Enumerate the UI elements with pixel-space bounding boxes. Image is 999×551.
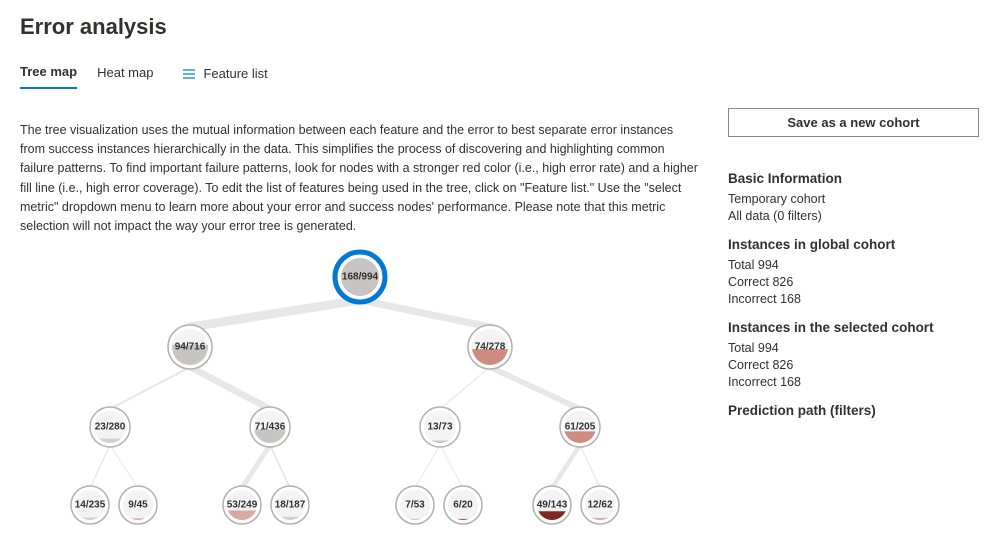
- tree-node-n_rrr[interactable]: 12/62: [581, 486, 619, 524]
- tree-node-label: 74/278: [475, 341, 506, 352]
- tree-node-label: 13/73: [427, 421, 452, 432]
- cohort-filters: All data (0 filters): [728, 209, 979, 223]
- tree-description: The tree visualization uses the mutual i…: [20, 121, 700, 237]
- tree-node-label: 61/205: [565, 421, 596, 432]
- tree-edge: [440, 445, 463, 488]
- tree-node-n_lrl[interactable]: 53/249: [223, 486, 261, 524]
- tree-node-root[interactable]: 168/994: [335, 252, 385, 302]
- tree-node-n_rlr[interactable]: 6/20: [444, 486, 482, 524]
- tree-node-n_llr[interactable]: 9/45: [119, 486, 157, 524]
- tree-node-n_lll[interactable]: 14/235: [71, 486, 109, 524]
- list-icon: [183, 68, 197, 80]
- save-cohort-button[interactable]: Save as a new cohort: [728, 108, 979, 137]
- tree-node-n_lr[interactable]: 71/436: [250, 407, 290, 447]
- tree-node-label: 53/249: [227, 499, 258, 510]
- feature-list-label: Feature list: [203, 66, 267, 81]
- tree-node-label: 49/143: [537, 499, 568, 510]
- tree-node-n_rl[interactable]: 13/73: [420, 407, 460, 447]
- global-incorrect: Incorrect 168: [728, 292, 979, 306]
- selected-total: Total 994: [728, 341, 979, 355]
- tree-node-n_l[interactable]: 94/716: [168, 325, 212, 369]
- tree-edge: [242, 445, 270, 488]
- selected-incorrect: Incorrect 168: [728, 375, 979, 389]
- tree-node-label: 168/994: [342, 271, 379, 282]
- tree-edge: [552, 445, 580, 488]
- tree-node-label: 14/235: [75, 499, 106, 510]
- tree-node-label: 6/20: [453, 499, 473, 510]
- tree-node-label: 71/436: [255, 421, 286, 432]
- tab-heat-map[interactable]: Heat map: [97, 59, 153, 88]
- tree-edge: [270, 445, 290, 488]
- tree-edge: [580, 445, 600, 488]
- tree-node-label: 9/45: [128, 499, 148, 510]
- selected-cohort-heading: Instances in the selected cohort: [728, 320, 979, 335]
- tree-node-n_ll[interactable]: 23/280: [90, 407, 130, 447]
- view-tabs: Tree map Heat map Feature list: [20, 58, 979, 90]
- selected-correct: Correct 826: [728, 358, 979, 372]
- tree-node-n_rr[interactable]: 61/205: [560, 407, 600, 447]
- feature-list-button[interactable]: Feature list: [183, 66, 267, 81]
- global-total: Total 994: [728, 258, 979, 272]
- cohort-name: Temporary cohort: [728, 192, 979, 206]
- prediction-path-heading: Prediction path (filters): [728, 403, 979, 418]
- tree-edge: [190, 367, 270, 409]
- error-tree[interactable]: 168/994 94/716 74/278 23/280 71/436 13/73 61/2…: [20, 247, 700, 537]
- tree-node-label: 12/62: [587, 499, 612, 510]
- page-title: Error analysis: [20, 14, 979, 40]
- tree-edge: [90, 445, 110, 488]
- tree-edge: [190, 300, 360, 327]
- tab-tree-map[interactable]: Tree map: [20, 58, 77, 89]
- tree-node-label: 18/187: [275, 499, 306, 510]
- tree-node-n_rll[interactable]: 7/53: [396, 486, 434, 524]
- tree-node-n_r[interactable]: 74/278: [468, 325, 512, 369]
- global-correct: Correct 826: [728, 275, 979, 289]
- tree-edge: [110, 445, 138, 488]
- tree-edge: [360, 300, 490, 327]
- tree-node-n_rrl[interactable]: 49/143: [533, 486, 571, 524]
- basic-info-heading: Basic Information: [728, 171, 979, 186]
- tree-node-label: 7/53: [405, 499, 425, 510]
- tree-node-n_lrr[interactable]: 18/187: [271, 486, 309, 524]
- global-cohort-heading: Instances in global cohort: [728, 237, 979, 252]
- tree-edge: [110, 367, 190, 409]
- tree-node-label: 94/716: [175, 341, 206, 352]
- tree-edge: [440, 367, 490, 409]
- tree-edge: [490, 367, 580, 409]
- tree-node-label: 23/280: [95, 421, 126, 432]
- tree-edge: [415, 445, 440, 488]
